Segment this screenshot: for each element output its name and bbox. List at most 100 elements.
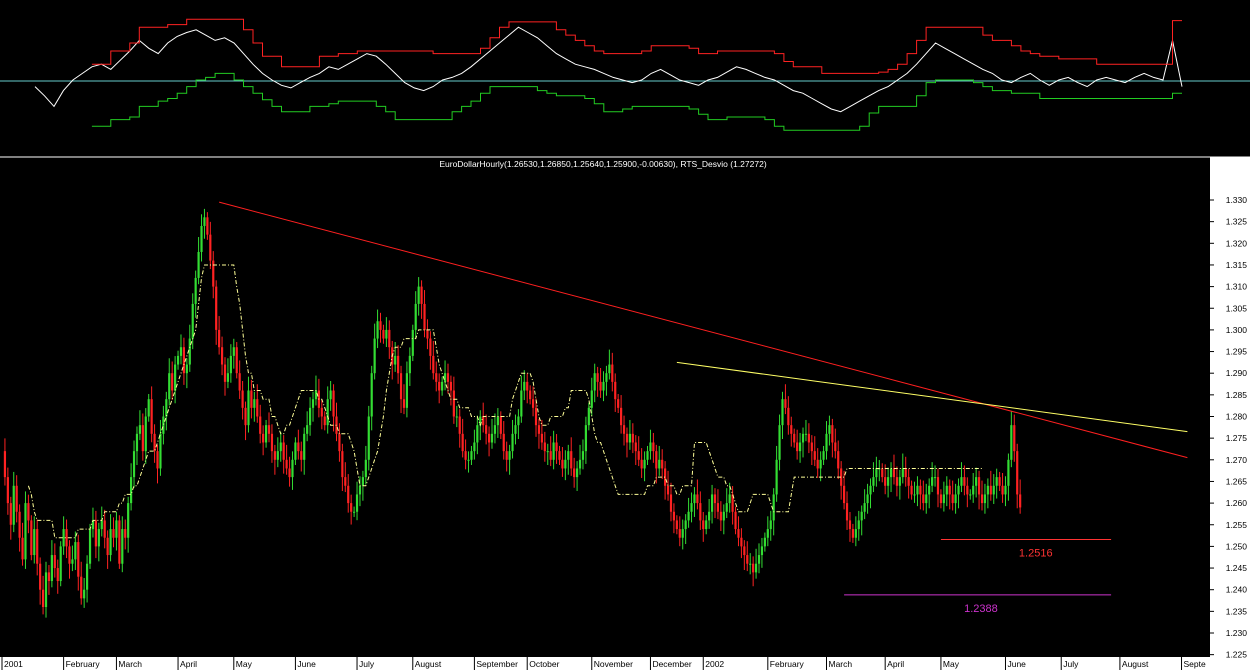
candle-down — [746, 555, 749, 564]
candle-up — [493, 425, 497, 434]
candle-down — [713, 494, 717, 504]
candle-down — [851, 529, 855, 538]
candle-up — [866, 494, 869, 504]
support-level-label: 1.2388 — [964, 603, 998, 615]
candle-down — [784, 399, 787, 408]
candle-up — [581, 451, 585, 460]
candle-up — [975, 477, 978, 486]
candle-down — [3, 451, 7, 478]
candle-up — [872, 477, 875, 486]
candle-down — [39, 563, 42, 590]
candle-up — [203, 217, 206, 226]
candle-up — [684, 520, 687, 530]
candle-up — [828, 425, 831, 434]
candle-down — [549, 451, 552, 460]
candle-down — [796, 442, 799, 452]
candle-down — [267, 425, 271, 434]
candle-up — [986, 485, 989, 495]
oscillator-line-white — [34, 26, 1183, 113]
candle-down — [218, 329, 221, 348]
candle-up — [954, 494, 957, 504]
candle-down — [989, 485, 992, 495]
candle-up — [778, 425, 781, 460]
candle-down — [256, 399, 259, 417]
candle-down — [350, 503, 353, 512]
candle-up — [608, 364, 611, 374]
candle-up — [728, 494, 731, 504]
candle-down — [719, 511, 722, 521]
candle-up — [567, 451, 570, 460]
candle-up — [590, 390, 593, 408]
candle-down — [734, 511, 737, 530]
candle-up — [854, 529, 857, 538]
candle-up — [83, 589, 86, 599]
candle-up — [708, 511, 711, 521]
candle-down — [47, 572, 51, 582]
candle-down — [27, 503, 30, 521]
candle-up — [763, 537, 766, 547]
candle-up — [863, 503, 866, 512]
candle-up — [130, 477, 133, 504]
candle-down — [300, 451, 303, 460]
x-month-label: August — [415, 659, 442, 669]
candle-up — [960, 477, 963, 486]
candle-down — [9, 503, 12, 525]
candle-up — [690, 503, 693, 512]
candle-up — [587, 407, 590, 426]
candle-up — [857, 520, 860, 530]
candle-down — [80, 576, 83, 599]
candle-down — [813, 451, 816, 460]
candle-down — [282, 442, 285, 460]
candle-down — [611, 364, 614, 382]
candle-down — [241, 390, 244, 408]
candle-up — [88, 529, 92, 564]
candle-down — [320, 407, 323, 417]
candle-down — [810, 442, 813, 452]
candle-up — [754, 563, 758, 573]
candle-up — [749, 563, 752, 565]
candle-down — [206, 217, 209, 235]
candle-up — [115, 520, 118, 538]
x-month-label: 2002 — [705, 659, 724, 669]
candle-down — [631, 433, 634, 443]
y-tick-label: 1.265 — [1226, 476, 1248, 486]
candle-down — [382, 329, 385, 339]
candle-up — [308, 407, 312, 426]
candle-down — [156, 451, 159, 469]
candle-up — [276, 451, 279, 460]
candle-up — [62, 529, 65, 547]
candle-up — [311, 399, 315, 408]
candle-up — [798, 442, 802, 452]
candle-down — [1019, 494, 1022, 508]
candle-down — [534, 407, 538, 426]
candle-down — [141, 425, 144, 452]
candle-down — [94, 520, 97, 547]
candle-up — [370, 373, 373, 417]
candle-down — [543, 442, 546, 452]
candle-down — [153, 433, 156, 452]
candle-up — [279, 442, 282, 452]
candle-down — [250, 390, 253, 408]
candle-up — [162, 416, 165, 434]
candle-down — [637, 451, 640, 460]
rts-desvio-line — [27, 264, 982, 539]
candle-down — [740, 537, 743, 547]
candle-down — [570, 451, 573, 469]
candle-down — [288, 468, 291, 478]
candle-down — [625, 433, 629, 443]
x-month-label: August — [1122, 659, 1149, 669]
candle-down — [235, 347, 238, 374]
candle-down — [347, 485, 350, 504]
candle-up — [931, 477, 934, 486]
candle-up — [50, 555, 53, 582]
candle-up — [408, 355, 411, 374]
candle-up — [722, 511, 725, 521]
candle-down — [464, 451, 467, 460]
candle-up — [822, 451, 825, 460]
candle-up — [925, 494, 928, 504]
y-tick-label: 1.290 — [1226, 368, 1248, 378]
x-month-label: May — [236, 659, 253, 669]
candle-down — [397, 355, 400, 374]
price-chart: EuroDollarHourly(1.26530,1.26850,1.25640… — [0, 156, 1250, 670]
candle-up — [646, 451, 649, 460]
